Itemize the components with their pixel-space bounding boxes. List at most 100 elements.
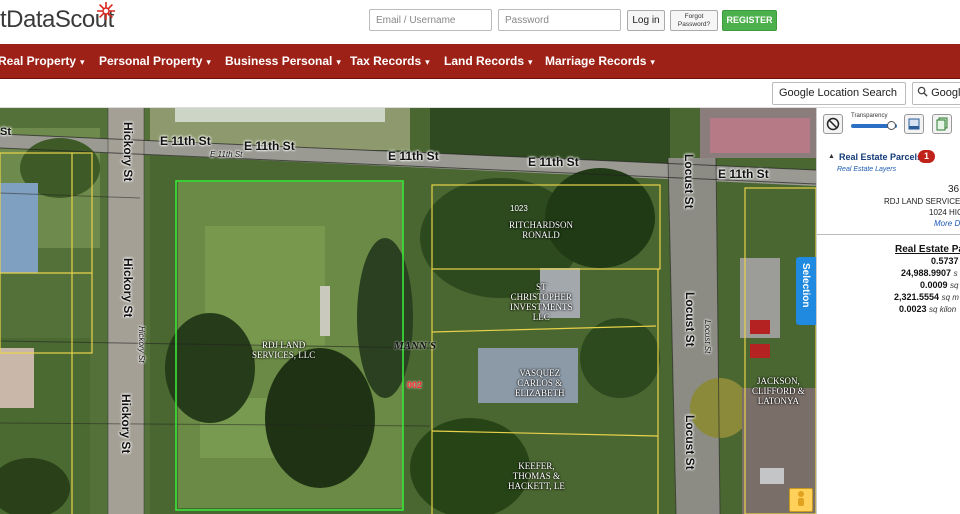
panel-divider	[817, 234, 960, 235]
nav-business-personal[interactable]: Business Personal ▾	[225, 44, 341, 79]
street-label: E 11th St	[528, 155, 579, 169]
nav-label: Business Personal	[225, 54, 333, 68]
owner-line: RITCHARDSON	[509, 220, 574, 230]
owner-line: LLC	[532, 312, 550, 322]
stat-unit: sq m	[941, 293, 959, 302]
caret-down-icon: ▾	[80, 57, 85, 67]
google-search-button[interactable]: Google	[912, 82, 960, 105]
street-label: Hickory St	[119, 394, 133, 454]
site-header: tDataScout Log in Forgot Password? REGIS…	[0, 0, 960, 44]
stat-value: 24,988.9907 s	[901, 268, 958, 278]
result-number: 36	[948, 184, 960, 195]
street-label: Locust St	[683, 415, 697, 470]
stats-title: Real Estate Pa	[895, 244, 960, 255]
google-location-search-button[interactable]: Google Location Search	[772, 82, 906, 105]
selection-tab[interactable]: Selection	[796, 257, 816, 325]
stat-value: 2,321.5554 sq m	[894, 292, 959, 302]
stat-unit: sq kilon	[929, 305, 957, 314]
subdivision-label: MANN'S	[394, 340, 437, 352]
owner-line: THOMAS &	[512, 471, 561, 481]
caret-down-icon: ▾	[650, 57, 655, 67]
layer-title[interactable]: Real Estate Parcels	[839, 152, 922, 162]
street-label: Hickory St	[121, 258, 135, 318]
owner-line: VASQUEZ	[519, 368, 561, 378]
parcel-number: 1023	[510, 204, 528, 213]
stat-number: 0.0009	[920, 280, 948, 290]
nav-label: Land Records	[444, 54, 525, 68]
stat-number: 24,988.9907	[901, 268, 952, 278]
nav-label: Marriage Records	[545, 54, 647, 68]
street-label: Locust St	[683, 292, 697, 347]
owner-label-jackson: JACKSON, CLIFFORD & LATONYA	[752, 376, 805, 406]
street-label: St	[0, 126, 11, 138]
nav-label: Real Property	[0, 54, 77, 68]
owner-label-keefer: KEEFER, THOMAS & HACKETT, LE	[508, 461, 565, 491]
main-nav: Real Property ▾ Personal Property ▾ Busine…	[0, 44, 960, 79]
nav-real-property[interactable]: Real Property ▾	[0, 44, 85, 79]
login-button[interactable]: Log in	[627, 10, 665, 31]
logo-burst-icon	[97, 2, 115, 20]
owner-line: KEEFER,	[518, 461, 555, 471]
forgot-line-2: Password?	[677, 21, 711, 28]
owner-line: SERVICES, LLC	[252, 350, 316, 360]
aerial-map[interactable]: St E 11th St E 11th St E 11th St E 11th …	[0, 108, 816, 514]
print-icon	[908, 118, 920, 130]
caret-down-icon: ▾	[528, 57, 533, 67]
street-label: Locust St	[703, 320, 712, 354]
owner-label-vasquez: VASQUEZ CARLOS & ELIZABETH	[515, 368, 565, 398]
street-view-pegman-icon[interactable]	[789, 488, 813, 512]
owner-line: JACKSON,	[757, 376, 800, 386]
street-label: Locust St	[682, 154, 696, 209]
caret-down-icon: ▾	[206, 57, 211, 67]
nav-tax-records[interactable]: Tax Records ▾	[350, 44, 430, 79]
forgot-password-button[interactable]: Forgot Password?	[670, 10, 718, 31]
owner-line: LATONYA	[757, 396, 800, 406]
copy-button[interactable]	[932, 114, 952, 134]
owner-line: ST	[535, 282, 547, 292]
owner-label-rdj: RDJ LAND SERVICES, LLC	[252, 340, 315, 360]
expand-caret-icon[interactable]: ▲	[828, 153, 835, 160]
forgot-line-1: Forgot	[684, 13, 704, 20]
street-label: E 11th St	[160, 134, 211, 148]
pegman-icon	[798, 491, 804, 506]
stat-value: 0.5737	[931, 256, 959, 266]
owner-label-richardson: RITCHARDSON RONALD	[509, 220, 573, 240]
caret-down-icon: ▾	[425, 57, 430, 67]
nav-marriage-records[interactable]: Marriage Records ▾	[545, 44, 655, 79]
clear-selection-button[interactable]	[823, 114, 843, 134]
map-toolbar: Google Location Search Google	[0, 79, 960, 108]
result-owner: RDJ LAND SERVICES	[884, 197, 960, 206]
parcel-red-number: 002	[407, 380, 423, 390]
search-icon	[917, 86, 928, 97]
stat-value: 0.0023 sq kilon	[899, 304, 956, 314]
stat-number: 2,321.5554	[894, 292, 940, 302]
slider-handle[interactable]	[887, 121, 896, 130]
caret-down-icon: ▾	[336, 57, 341, 67]
register-button[interactable]: REGISTER	[722, 10, 777, 31]
street-label: E 11th St	[244, 139, 295, 153]
owner-line: CHRISTOPHER	[510, 292, 572, 302]
google-label: Google	[931, 87, 960, 99]
street-label: Hickory St	[137, 326, 146, 363]
stat-unit: sq	[950, 281, 959, 290]
stat-unit: s	[953, 269, 958, 278]
transparency-label: Transparency	[851, 113, 888, 119]
stat-number: 0.5737	[931, 256, 959, 266]
layer-subtitle[interactable]: Real Estate Layers	[837, 166, 896, 173]
password-input[interactable]	[498, 9, 621, 31]
print-button[interactable]	[904, 114, 924, 134]
more-details-link[interactable]: More D	[934, 219, 960, 228]
nav-land-records[interactable]: Land Records ▾	[444, 44, 533, 79]
owner-line: ELIZABETH	[515, 388, 565, 398]
result-address: 1024 HIC	[929, 208, 960, 217]
owner-line: RONALD	[522, 230, 560, 240]
owner-label-stchristopher: ST CHRISTOPHER INVESTMENTS LLC	[510, 282, 573, 322]
email-username-input[interactable]	[369, 9, 492, 31]
nav-label: Personal Property	[99, 54, 203, 68]
nav-personal-property[interactable]: Personal Property ▾	[99, 44, 211, 79]
layer-count-badge: 1	[918, 150, 935, 163]
street-label: E 11th St	[388, 149, 439, 163]
owner-line: CARLOS &	[517, 378, 563, 388]
street-label: Hickory St	[121, 122, 135, 182]
stat-number: 0.0023	[899, 304, 927, 314]
